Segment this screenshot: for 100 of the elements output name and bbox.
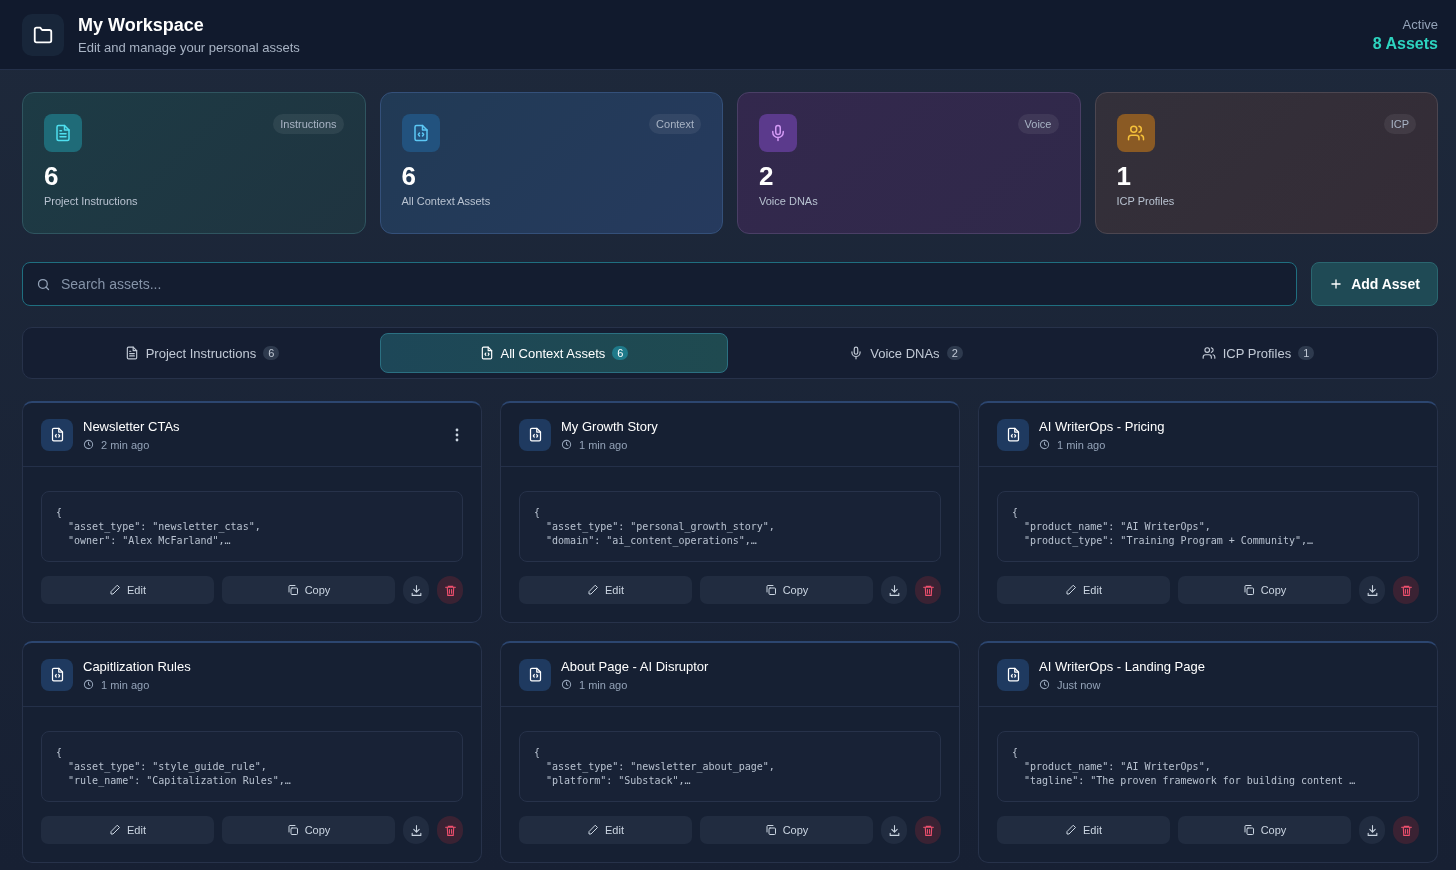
page-title: My Workspace xyxy=(78,14,205,36)
edit-button[interactable]: Edit xyxy=(41,576,214,604)
asset-title: My Growth Story xyxy=(561,418,659,434)
copy-icon xyxy=(286,584,299,596)
category-tab[interactable]: All Context Assets 6 xyxy=(380,333,728,373)
users-icon xyxy=(1126,124,1145,142)
users-icon xyxy=(1201,346,1216,360)
delete-icon[interactable] xyxy=(437,576,463,604)
category-tag: Voice xyxy=(1017,114,1059,134)
stat-count: 1 xyxy=(1116,162,1132,191)
pencil-icon xyxy=(1065,824,1077,836)
clock-icon xyxy=(561,439,572,450)
edit-button[interactable]: Edit xyxy=(997,816,1170,844)
tab-count: 6 xyxy=(263,346,280,360)
edit-button[interactable]: Edit xyxy=(519,576,692,604)
json-preview: { "product_name": "AI WriterOps", "tagline": "The proven framework for building content … xyxy=(997,731,1419,802)
tab-count: 2 xyxy=(946,346,963,360)
tab-count: 1 xyxy=(1298,346,1315,360)
timestamp: Just now xyxy=(1057,678,1101,691)
download-icon[interactable] xyxy=(1359,576,1385,604)
pencil-icon xyxy=(587,824,599,836)
copy-button[interactable]: Copy xyxy=(1178,816,1351,844)
stat-count: 6 xyxy=(401,162,417,191)
asset-title: AI WriterOps - Pricing xyxy=(1039,418,1166,434)
download-icon[interactable] xyxy=(403,576,429,604)
category-tab[interactable]: ICP Profiles 1 xyxy=(1084,333,1432,373)
copy-button[interactable]: Copy xyxy=(222,816,395,844)
json-preview: { "asset_type": "newsletter_ctas", "owner": "Alex McFarland",… xyxy=(41,491,463,562)
stat-label: Project Instructions xyxy=(44,194,139,207)
asset-title: Newsletter CTAs xyxy=(83,418,181,434)
json-preview: { "product_name": "AI WriterOps", "product_type": "Training Program + Community",… xyxy=(997,491,1419,562)
microphone-icon xyxy=(849,346,864,360)
document-icon xyxy=(54,124,72,142)
copy-icon xyxy=(286,824,299,836)
category-tag: Context xyxy=(649,114,701,134)
stat-label: Voice DNAs xyxy=(759,194,819,207)
clock-icon xyxy=(1039,439,1050,450)
asset-count: 8 Assets xyxy=(1372,34,1438,53)
code-file-icon xyxy=(1005,427,1021,442)
clock-icon xyxy=(83,439,94,450)
category-tag: ICP xyxy=(1383,114,1416,134)
edit-button[interactable]: Edit xyxy=(997,576,1170,604)
page-subtitle: Edit and manage your personal assets xyxy=(78,39,300,55)
copy-button[interactable]: Copy xyxy=(1178,576,1351,604)
add-asset-button[interactable]: Add Asset xyxy=(1311,262,1438,306)
plus-icon xyxy=(1329,277,1344,291)
category-tag: Instructions xyxy=(273,114,344,134)
clock-icon xyxy=(561,679,572,690)
asset-title: AI WriterOps - Landing Page xyxy=(1039,658,1206,674)
timestamp: 1 min ago xyxy=(1057,438,1106,451)
code-file-icon xyxy=(1005,667,1021,682)
delete-icon[interactable] xyxy=(915,816,941,844)
asset-title: Capitlization Rules xyxy=(83,658,192,674)
pencil-icon xyxy=(1065,584,1077,596)
timestamp: 1 min ago xyxy=(579,438,628,451)
clock-icon xyxy=(1039,679,1050,690)
status-label: Active xyxy=(1402,16,1438,32)
copy-button[interactable]: Copy xyxy=(222,576,395,604)
search-icon xyxy=(36,277,51,292)
code-file-icon xyxy=(527,667,543,682)
pencil-icon xyxy=(587,584,599,596)
timestamp: 1 min ago xyxy=(579,678,628,691)
clock-icon xyxy=(83,679,94,690)
delete-icon[interactable] xyxy=(437,816,463,844)
pencil-icon xyxy=(109,584,121,596)
copy-icon xyxy=(764,824,777,836)
stat-count: 6 xyxy=(44,162,60,191)
edit-button[interactable]: Edit xyxy=(41,816,214,844)
download-icon[interactable] xyxy=(881,576,907,604)
download-icon[interactable] xyxy=(403,816,429,844)
code-file-icon xyxy=(411,124,430,142)
category-tab[interactable]: Project Instructions 6 xyxy=(28,333,376,373)
copy-icon xyxy=(764,584,777,596)
tab-count: 6 xyxy=(612,346,629,360)
copy-button[interactable]: Copy xyxy=(700,576,873,604)
copy-button[interactable]: Copy xyxy=(700,816,873,844)
edit-button[interactable]: Edit xyxy=(519,816,692,844)
stat-count: 2 xyxy=(759,162,775,191)
copy-icon xyxy=(1242,824,1255,836)
search-field[interactable]: Search assets... xyxy=(22,262,1297,306)
folder-icon xyxy=(22,13,64,56)
timestamp: 1 min ago xyxy=(101,678,150,691)
code-file-icon xyxy=(49,667,65,682)
code-file-icon xyxy=(527,427,543,442)
document-icon xyxy=(124,346,139,360)
asset-title: About Page - AI Disruptor xyxy=(561,658,710,674)
download-icon[interactable] xyxy=(1359,816,1385,844)
delete-icon[interactable] xyxy=(915,576,941,604)
download-icon[interactable] xyxy=(881,816,907,844)
timestamp: 2 min ago xyxy=(101,438,150,451)
code-file-icon xyxy=(479,346,494,360)
delete-icon[interactable] xyxy=(1393,816,1419,844)
json-preview: { "asset_type": "newsletter_about_page", "platform": "Substack",… xyxy=(519,731,941,802)
stat-label: ICP Profiles xyxy=(1116,194,1176,207)
category-tab[interactable]: Voice DNAs 2 xyxy=(732,333,1080,373)
json-preview: { "asset_type": "style_guide_rule", "rule_name": "Capitalization Rules",… xyxy=(41,731,463,802)
delete-icon[interactable] xyxy=(1393,576,1419,604)
pencil-icon xyxy=(109,824,121,836)
microphone-icon xyxy=(769,124,787,142)
json-preview: { "asset_type": "personal_growth_story", "domain": "ai_content_operations",… xyxy=(519,491,941,562)
